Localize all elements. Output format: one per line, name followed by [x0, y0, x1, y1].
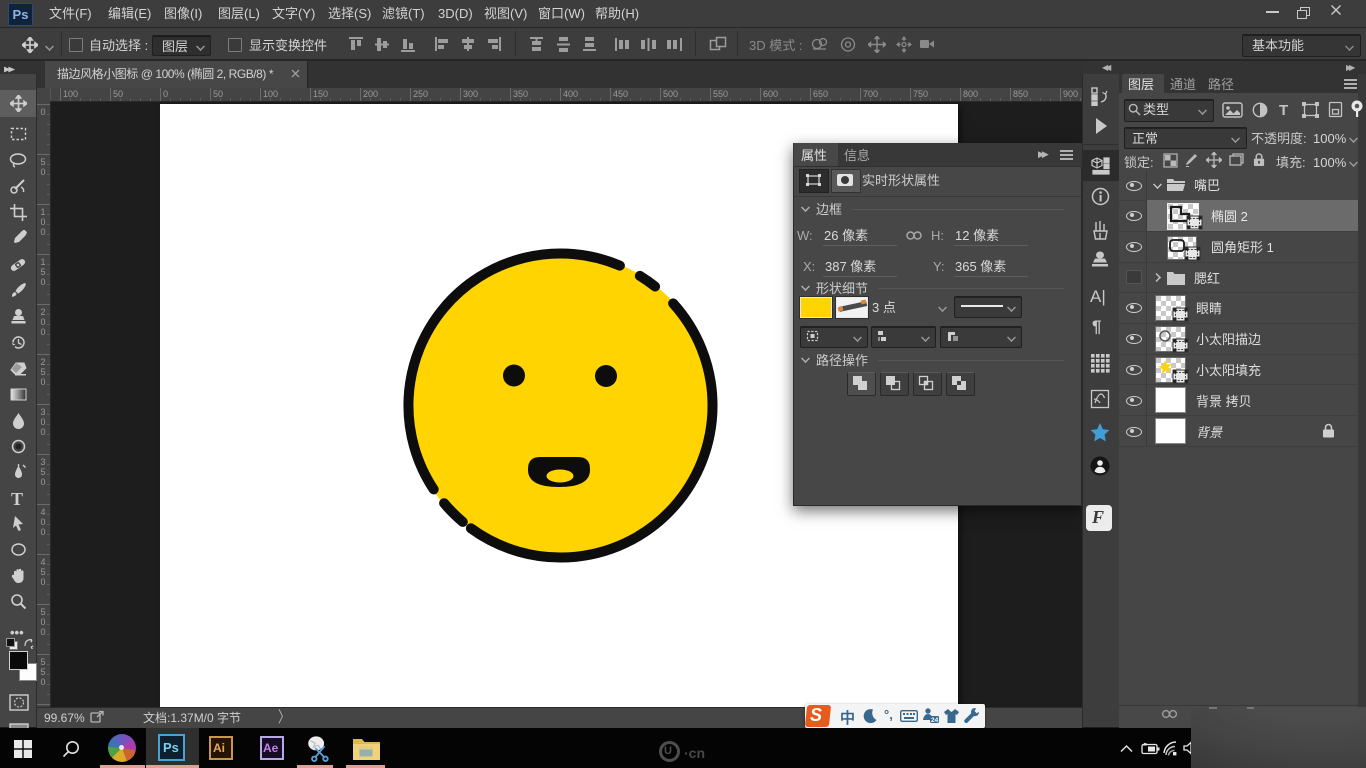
svg-text:24: 24	[931, 717, 939, 724]
